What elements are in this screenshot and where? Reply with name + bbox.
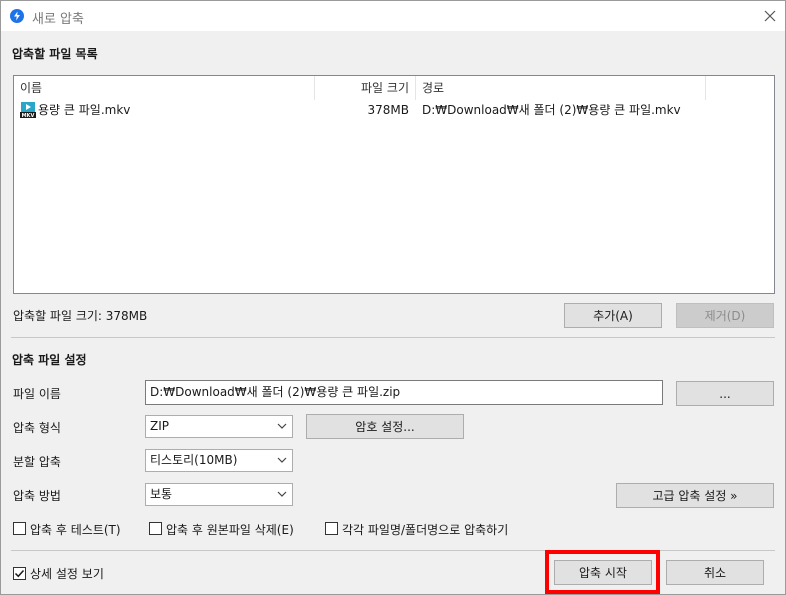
filename-input[interactable]: D:₩Download₩새 폴더 (2)₩용량 큰 파일.zip <box>145 380 663 405</box>
split-label: 분할 압축 <box>13 455 61 469</box>
show-details-checkbox[interactable] <box>13 567 26 580</box>
show-details-label[interactable]: 상세 설정 보기 <box>30 565 104 582</box>
cancel-button[interactable]: 취소 <box>666 560 764 585</box>
add-button[interactable]: 추가(A) <box>564 303 662 328</box>
svg-text:MKV: MKV <box>22 113 35 118</box>
column-header-name[interactable]: 이름 <box>14 76 315 100</box>
checkmark-icon <box>14 569 25 578</box>
chevron-down-icon <box>277 457 287 463</box>
start-button-highlight <box>545 550 660 594</box>
bandizip-app-icon <box>10 9 24 23</box>
title-bar: 새로 압축 <box>1 1 785 31</box>
delete-original-checkbox[interactable] <box>149 522 162 535</box>
split-select-value: 티스토리(10MB) <box>150 453 238 467</box>
close-icon <box>764 10 776 22</box>
format-select-value: ZIP <box>150 419 169 433</box>
method-select[interactable]: 보통 <box>145 483 293 506</box>
chevron-down-icon <box>277 491 287 497</box>
delete-original-label[interactable]: 압축 후 원본파일 삭제(E) <box>166 521 294 538</box>
browse-button[interactable]: ... <box>676 381 774 406</box>
advanced-settings-button[interactable]: 고급 압축 설정 » <box>616 483 774 508</box>
file-list-heading: 압축할 파일 목록 <box>12 47 98 61</box>
method-label: 압축 방법 <box>13 489 61 503</box>
file-path-cell: D:₩Download₩새 폴더 (2)₩용량 큰 파일.mkv <box>422 103 681 117</box>
format-select[interactable]: ZIP <box>145 415 293 438</box>
file-list[interactable]: 이름 파일 크기 경로 MKV 용량 큰 파일.mkv 378MB D:₩Dow… <box>13 75 775 294</box>
settings-heading: 압축 파일 설정 <box>12 353 87 367</box>
method-select-value: 보통 <box>150 487 173 501</box>
compress-each-label[interactable]: 각각 파일명/폴더명으로 압축하기 <box>342 521 508 538</box>
chevron-down-icon <box>277 423 287 429</box>
column-header-path[interactable]: 경로 <box>416 76 706 100</box>
mkv-file-icon: MKV <box>20 102 36 119</box>
close-button[interactable] <box>755 1 785 31</box>
compress-each-checkbox[interactable] <box>325 522 338 535</box>
remove-button[interactable]: 제거(D) <box>676 303 774 328</box>
section-divider <box>11 337 775 338</box>
window-title: 새로 압축 <box>32 12 84 27</box>
split-select[interactable]: 티스토리(10MB) <box>145 449 293 472</box>
column-header-size[interactable]: 파일 크기 <box>315 76 416 100</box>
format-label: 압축 형식 <box>13 421 61 435</box>
file-list-header: 이름 파일 크기 경로 <box>14 76 774 100</box>
file-list-row[interactable]: MKV 용량 큰 파일.mkv 378MB D:₩Download₩새 폴더 (… <box>14 100 774 120</box>
test-after-compress-checkbox[interactable] <box>13 522 26 535</box>
footer-divider <box>11 550 775 551</box>
test-after-compress-label[interactable]: 압축 후 테스트(T) <box>30 521 121 538</box>
total-size-label: 압축할 파일 크기: 378MB <box>13 309 148 323</box>
file-size-cell: 378MB <box>367 103 410 117</box>
file-name-cell: 용량 큰 파일.mkv <box>38 103 131 117</box>
password-button[interactable]: 암호 설정... <box>306 414 464 439</box>
filename-label: 파일 이름 <box>13 387 61 401</box>
compress-dialog: 새로 압축 압축할 파일 목록 이름 파일 크기 경로 MKV 용량 큰 파일.… <box>0 0 786 595</box>
